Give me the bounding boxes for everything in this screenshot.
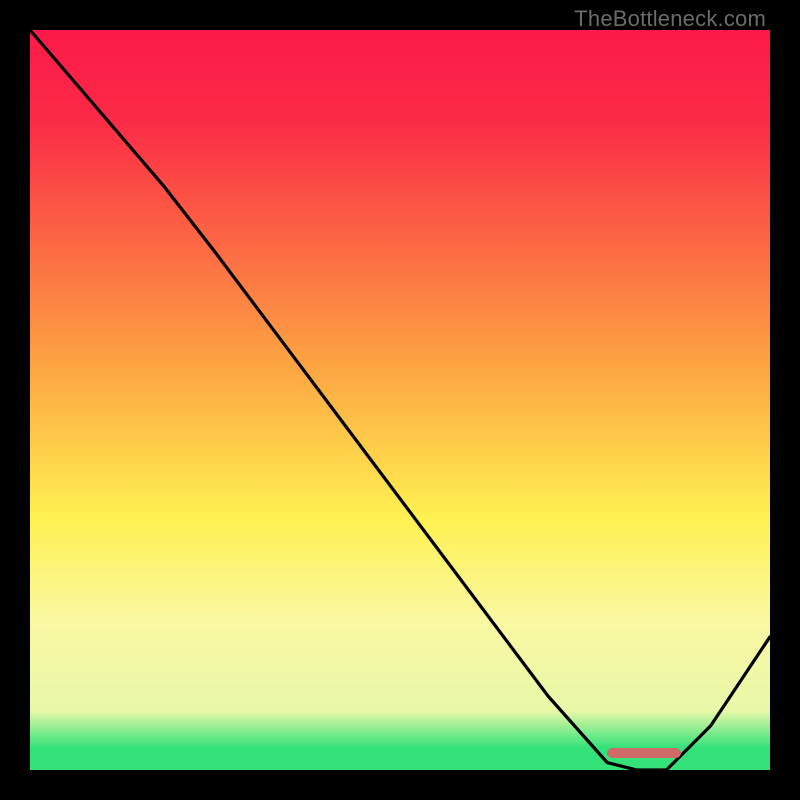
plot-area	[30, 30, 770, 770]
curve-path	[30, 30, 770, 770]
watermark-text: TheBottleneck.com	[574, 6, 766, 32]
bottleneck-curve	[30, 30, 770, 770]
optimal-range-marker	[607, 748, 681, 758]
chart-frame: TheBottleneck.com	[0, 0, 800, 800]
